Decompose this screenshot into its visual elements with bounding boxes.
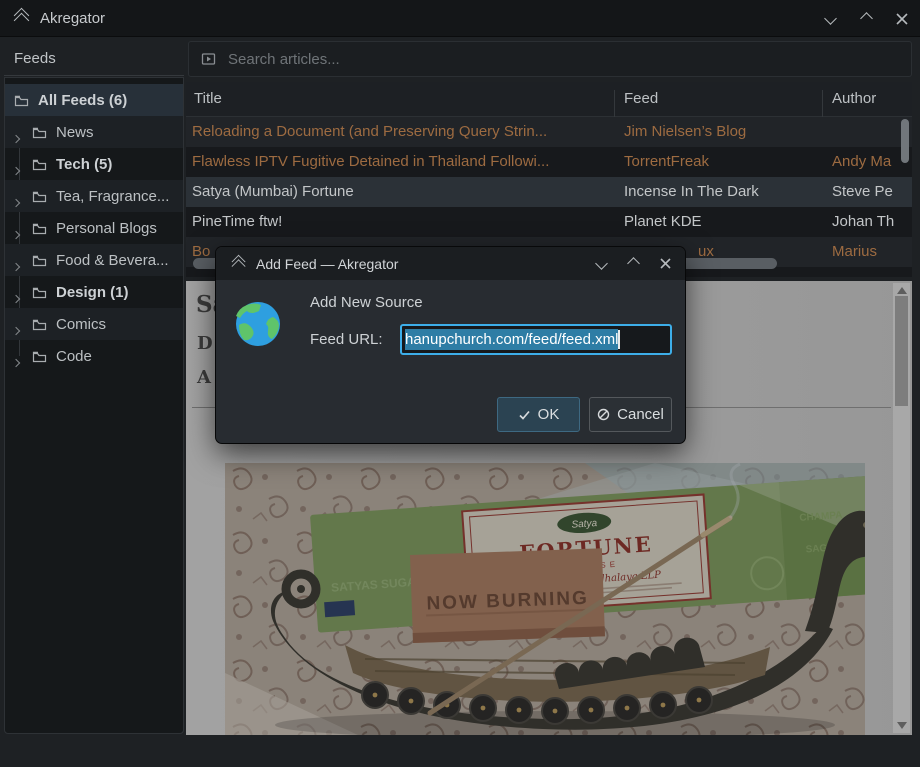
sidebar-item-tea-fragrance[interactable]: Tea, Fragrance... [5,180,183,212]
minimize-icon[interactable] [593,256,609,272]
article-scrollbar-thumb[interactable] [895,296,908,406]
article-scrollbar[interactable] [893,283,910,733]
dialog-title: Add Feed — Akregator [256,256,398,272]
expander-icon[interactable] [13,353,19,370]
article-list-header: Title Feed Author [186,82,912,117]
sidebar-item-tech[interactable]: Tech (5) [5,148,183,180]
folder-icon [32,254,47,267]
sidebar-item-all-feeds[interactable]: All Feeds (6) [5,84,183,116]
list-vertical-scrollbar[interactable] [901,119,909,163]
folder-icon [32,190,47,203]
search-input[interactable]: Search articles... [188,41,912,77]
article-row[interactable]: PineTime ftw! Planet KDE Johan Th [186,207,912,237]
minimize-icon[interactable] [822,11,838,27]
feeds-pane-header: Feeds [4,41,184,76]
article-row-selected[interactable]: Satya (Mumbai) Fortune Incense In The Da… [186,177,912,207]
expander-icon[interactable] [13,161,19,178]
feed-url-input[interactable]: hanupchurch.com/feed/feed.xml [400,324,672,355]
ok-button[interactable]: OK [497,397,580,432]
column-header-author[interactable]: Author [832,90,876,107]
expander-icon[interactable] [13,257,19,274]
close-icon[interactable] [894,11,910,27]
expander-icon[interactable] [13,129,19,146]
folder-icon [32,126,47,139]
article-date-fragment: D [197,333,213,354]
window-title: Akregator [40,10,105,27]
column-header-feed[interactable]: Feed [624,90,658,107]
folder-icon [32,350,47,363]
check-icon [518,409,531,421]
article-row[interactable]: Reloading a Document (and Preserving Que… [186,117,912,147]
sidebar-item-code[interactable]: Code [5,340,183,372]
folder-icon [32,222,47,235]
scroll-up-icon[interactable] [897,287,907,294]
folder-icon [14,94,29,107]
cancel-slash-icon [597,408,610,421]
text-caret [618,330,620,349]
dialog-titlebar: Add Feed — Akregator [216,247,685,280]
folder-icon [32,286,47,299]
feed-url-value: hanupchurch.com/feed/feed.xml [405,329,618,350]
article-photo-incense: SATYAS SUGANDHAL CHAMPA SAGADA Satya FOR… [225,463,865,735]
dialog-heading: Add New Source [310,294,423,311]
expander-icon[interactable] [13,321,19,338]
window-titlebar: Akregator [0,0,920,37]
expander-icon[interactable] [13,193,19,210]
akregator-window: Akregator Feeds All Feeds (6) News Tech … [0,0,920,767]
maximize-icon[interactable] [858,11,874,27]
maximize-icon[interactable] [625,256,641,272]
search-placeholder: Search articles... [228,51,340,68]
sidebar-item-news[interactable]: News [5,116,183,148]
akregator-app-icon [231,256,247,270]
globe-icon [233,299,283,349]
folder-icon [32,158,47,171]
folder-icon [32,318,47,331]
sidebar-item-comics[interactable]: Comics [5,308,183,340]
filter-icon [201,52,216,66]
close-icon[interactable] [657,256,673,272]
feed-url-label: Feed URL: [310,331,383,348]
add-feed-dialog: Add Feed — Akregator Add New Source Feed… [216,247,685,443]
akregator-app-icon [13,10,31,26]
article-row[interactable]: Flawless IPTV Fugitive Detained in Thail… [186,147,912,177]
sidebar-item-personal-blogs[interactable]: Personal Blogs [5,212,183,244]
sidebar-item-food-beverage[interactable]: Food & Bevera... [5,244,183,276]
column-header-title[interactable]: Title [194,90,222,107]
sidebar-item-design[interactable]: Design (1) [5,276,183,308]
cancel-button[interactable]: Cancel [589,397,672,432]
expander-icon[interactable] [13,289,19,306]
article-author-fragment: A [197,367,211,388]
expander-icon[interactable] [13,225,19,242]
scroll-down-icon[interactable] [897,722,907,729]
feed-tree: All Feeds (6) News Tech (5) Tea, Fragran… [4,77,184,734]
